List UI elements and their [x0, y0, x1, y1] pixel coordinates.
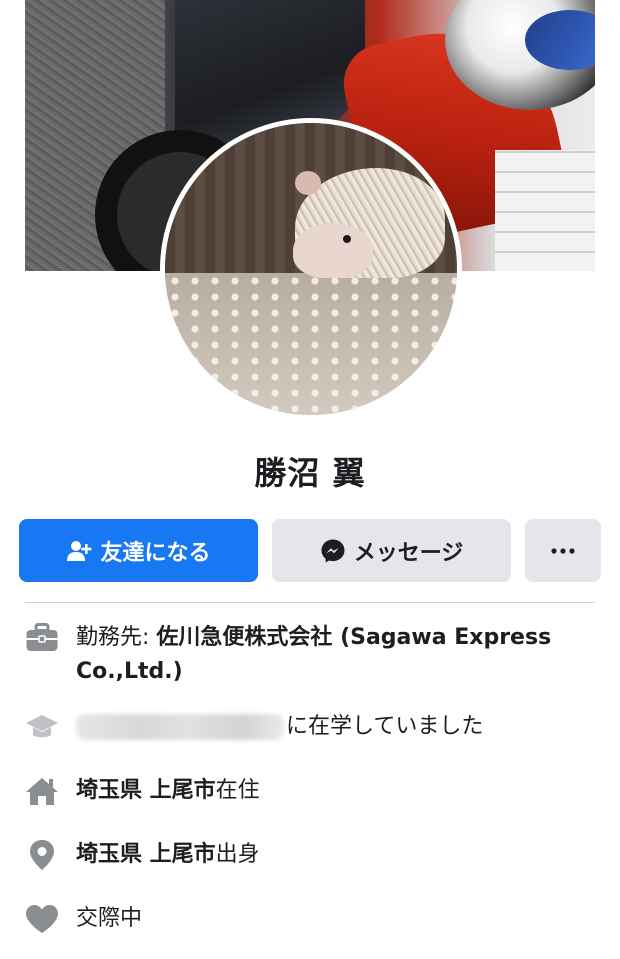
- location-pin-icon: [22, 838, 62, 872]
- message-button[interactable]: メッセージ: [272, 519, 511, 582]
- hometown-suffix: 出身: [215, 842, 260, 867]
- info-hometown: 埼玉県 上尾市出身: [22, 838, 602, 872]
- lives-in-place[interactable]: 埼玉県 上尾市: [76, 778, 216, 803]
- graduation-cap-icon: [22, 710, 62, 744]
- messenger-icon: [320, 538, 346, 564]
- more-dots-icon: [551, 547, 575, 554]
- more-options-button[interactable]: [525, 519, 601, 582]
- heart-icon: [22, 902, 62, 936]
- work-prefix: 勤務先:: [76, 625, 157, 650]
- cover-motorcycle-body: [175, 0, 365, 140]
- section-divider: [25, 602, 595, 603]
- avatar-hedgehog-eye: [343, 235, 351, 243]
- lives-in-suffix: 在住: [215, 778, 260, 803]
- person-add-icon: [66, 540, 92, 562]
- relationship-status: 交際中: [76, 906, 143, 931]
- lives-in-text: 埼玉県 上尾市在住: [76, 774, 260, 808]
- briefcase-icon: [22, 621, 62, 655]
- avatar-hedgehog-ear: [295, 171, 321, 195]
- info-relationship: 交際中: [22, 902, 602, 936]
- avatar-hedgehog-face: [293, 223, 373, 278]
- profile-name: 勝沼 翼: [254, 454, 366, 492]
- message-label: メッセージ: [353, 540, 464, 566]
- school-name-redacted: [76, 714, 284, 740]
- hometown-place[interactable]: 埼玉県 上尾市: [76, 842, 216, 867]
- profile-avatar[interactable]: [160, 118, 462, 420]
- add-friend-label: 友達になる: [100, 540, 211, 566]
- info-lives-in: 埼玉県 上尾市在住: [22, 774, 602, 808]
- hometown-text: 埼玉県 上尾市出身: [76, 838, 260, 872]
- home-icon: [22, 774, 62, 808]
- avatar-floor: [165, 273, 457, 415]
- info-work: 勤務先: 佐川急便株式会社 (Sagawa Express Co.,Ltd.): [22, 621, 602, 689]
- cover-building: [495, 150, 595, 271]
- profile-page: 勝沼 翼 友達になる メッセージ 勤務先: 佐川急便株式会社 (Sagawa E…: [0, 0, 620, 959]
- add-friend-button[interactable]: 友達になる: [19, 519, 258, 582]
- info-education: に在学していました: [22, 710, 602, 744]
- work-text: 勤務先: 佐川急便株式会社 (Sagawa Express Co.,Ltd.): [76, 621, 602, 689]
- education-text: に在学していました: [76, 710, 483, 744]
- education-suffix: に在学していました: [286, 714, 484, 739]
